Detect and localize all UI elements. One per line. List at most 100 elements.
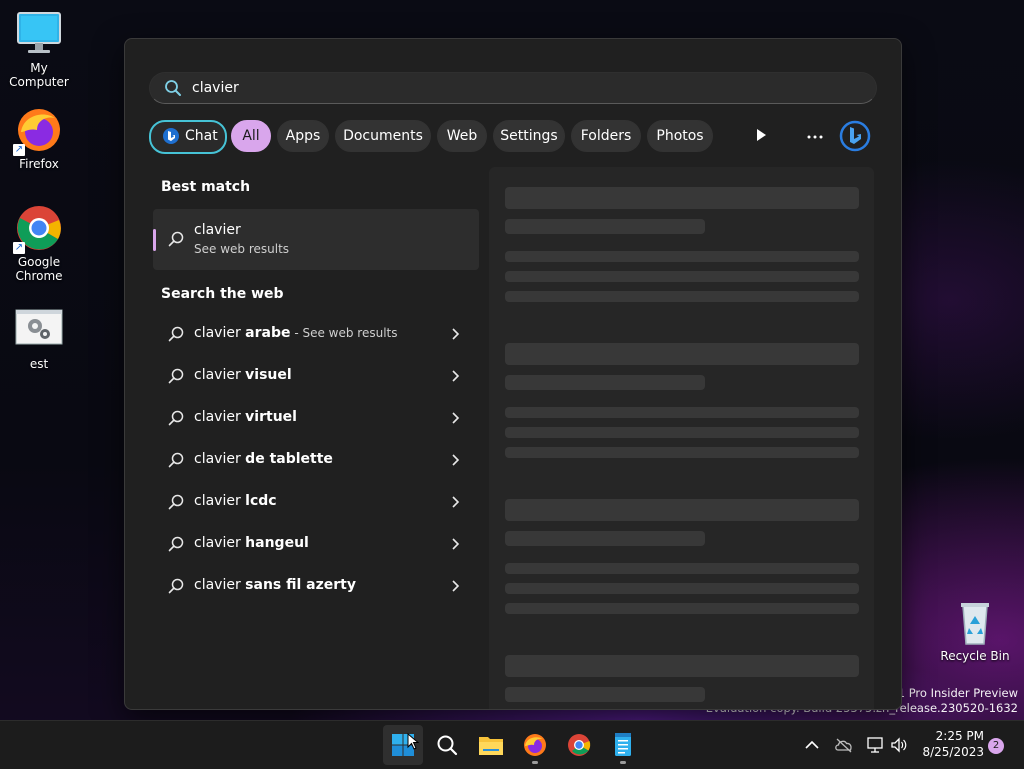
loading-placeholder <box>505 499 859 521</box>
web-suggestion-text: clavier virtuel <box>194 409 297 425</box>
search-icon <box>168 410 184 426</box>
network-icon[interactable] <box>866 736 886 754</box>
taskbar-chrome[interactable] <box>559 725 599 765</box>
search-icon <box>168 494 184 510</box>
search-icon <box>168 536 184 552</box>
taskbar-firefox[interactable] <box>515 725 555 765</box>
notepad-icon <box>615 733 631 756</box>
chrome-icon: ↗ <box>13 204 63 254</box>
suggestion-prefix: clavier <box>194 577 246 593</box>
monitor-icon <box>15 10 63 58</box>
filter-chat[interactable]: Chat <box>149 120 227 154</box>
web-suggestion-item[interactable]: clavier hangeul <box>153 524 479 564</box>
onedrive-offline-icon[interactable] <box>834 737 854 753</box>
loading-placeholder <box>505 407 859 418</box>
shortcut-arrow-icon: ↗ <box>13 144 25 156</box>
chrome-icon <box>568 734 591 756</box>
chevron-right-icon <box>452 496 460 508</box>
chevron-up-icon[interactable] <box>804 738 820 752</box>
search-icon <box>168 326 184 342</box>
desktop-icon-my-computer[interactable]: My Computer <box>0 10 78 89</box>
chevron-right-icon <box>452 370 460 382</box>
web-suggestion-text: clavier hangeul <box>194 535 309 551</box>
bing-button[interactable] <box>839 120 871 152</box>
suggestion-prefix: clavier <box>194 535 246 551</box>
selection-accent <box>153 229 156 251</box>
search-icon <box>437 735 458 756</box>
search-icon <box>168 368 184 384</box>
filter-settings[interactable]: Settings <box>493 120 565 152</box>
suggestion-hint: - See web results <box>290 326 398 340</box>
recycle-bin-icon <box>951 598 999 646</box>
search-icon <box>165 80 181 96</box>
desktop-icon-google-chrome[interactable]: ↗ Google Chrome <box>0 204 78 283</box>
clock[interactable]: 2:25 PM 8/25/2023 <box>922 728 984 760</box>
web-suggestion-text: clavier lcdc <box>194 493 277 509</box>
web-suggestion-text: clavier arabe - See web results <box>194 325 398 341</box>
web-suggestion-item[interactable]: clavier sans fil azerty <box>153 566 479 606</box>
taskbar-file-explorer[interactable] <box>471 725 511 765</box>
search-panel: Chat All Apps Documents Web Settings Fol… <box>124 38 902 710</box>
loading-placeholder <box>505 655 859 677</box>
best-match-title: clavier <box>194 222 241 238</box>
loading-placeholder <box>505 427 859 438</box>
taskbar-search-button[interactable] <box>427 725 467 765</box>
search-icon <box>168 452 184 468</box>
suggestion-prefix: clavier <box>194 325 246 341</box>
play-icon <box>757 129 766 141</box>
firefox-icon: ↗ <box>13 106 63 156</box>
firefox-icon <box>524 734 546 756</box>
filter-label: Chat <box>185 128 218 144</box>
web-suggestion-item[interactable]: clavier arabe - See web results <box>153 314 479 354</box>
suggestion-bold: sans fil azerty <box>245 577 356 593</box>
filter-web[interactable]: Web <box>437 120 487 152</box>
chevron-right-icon <box>452 454 460 466</box>
loading-placeholder <box>505 343 859 365</box>
system-tray: 2:25 PM 8/25/2023 2 <box>800 721 1024 769</box>
web-suggestion-item[interactable]: clavier visuel <box>153 356 479 396</box>
clock-time: 2:25 PM <box>935 729 984 743</box>
search-web-heading: Search the web <box>161 286 284 302</box>
best-match-subtitle: See web results <box>194 242 290 256</box>
web-suggestion-item[interactable]: clavier lcdc <box>153 482 479 522</box>
filter-photos[interactable]: Photos <box>647 120 713 152</box>
filter-folders[interactable]: Folders <box>571 120 641 152</box>
filter-apps[interactable]: Apps <box>277 120 329 152</box>
chevron-right-icon <box>452 538 460 550</box>
web-suggestion-item[interactable]: clavier virtuel <box>153 398 479 438</box>
desktop-icon-recycle-bin[interactable]: Recycle Bin <box>936 598 1014 663</box>
start-button[interactable] <box>383 725 423 765</box>
best-match-heading: Best match <box>161 179 251 195</box>
suggestion-bold: lcdc <box>245 493 277 509</box>
filter-all[interactable]: All <box>231 120 271 152</box>
web-suggestion-text: clavier de tablette <box>194 451 333 467</box>
more-options-button[interactable] <box>801 121 829 149</box>
more-filters-play-button[interactable] <box>747 121 775 149</box>
suggestion-prefix: clavier <box>194 409 246 425</box>
web-suggestion-item[interactable]: clavier de tablette <box>153 440 479 480</box>
mouse-cursor-icon <box>407 733 419 750</box>
folder-icon <box>479 737 503 755</box>
suggestion-bold: virtuel <box>245 409 297 425</box>
loading-placeholder <box>505 271 859 282</box>
chevron-right-icon <box>452 412 460 424</box>
volume-icon[interactable] <box>890 737 908 753</box>
filter-documents[interactable]: Documents <box>335 120 431 152</box>
suggestion-bold: visuel <box>245 367 292 383</box>
taskbar-notepad[interactable] <box>603 725 643 765</box>
loading-placeholder <box>505 291 859 302</box>
desktop-icon-est[interactable]: est <box>0 306 78 371</box>
desktop-label: Google Chrome <box>15 255 63 283</box>
suggestion-prefix: clavier <box>194 451 246 467</box>
suggestion-bold: hangeul <box>245 535 309 551</box>
desktop-label: Firefox <box>19 157 59 171</box>
clock-date: 8/25/2023 <box>922 745 984 759</box>
notification-badge[interactable]: 2 <box>988 738 1004 754</box>
best-match-item[interactable]: clavier See web results <box>153 209 479 270</box>
search-box[interactable] <box>149 72 877 104</box>
suggestion-bold: arabe <box>245 325 291 341</box>
running-indicator <box>620 761 626 764</box>
desktop-label: est <box>29 357 49 371</box>
search-input[interactable] <box>192 77 852 99</box>
desktop-icon-firefox[interactable]: ↗ Firefox <box>0 106 78 171</box>
